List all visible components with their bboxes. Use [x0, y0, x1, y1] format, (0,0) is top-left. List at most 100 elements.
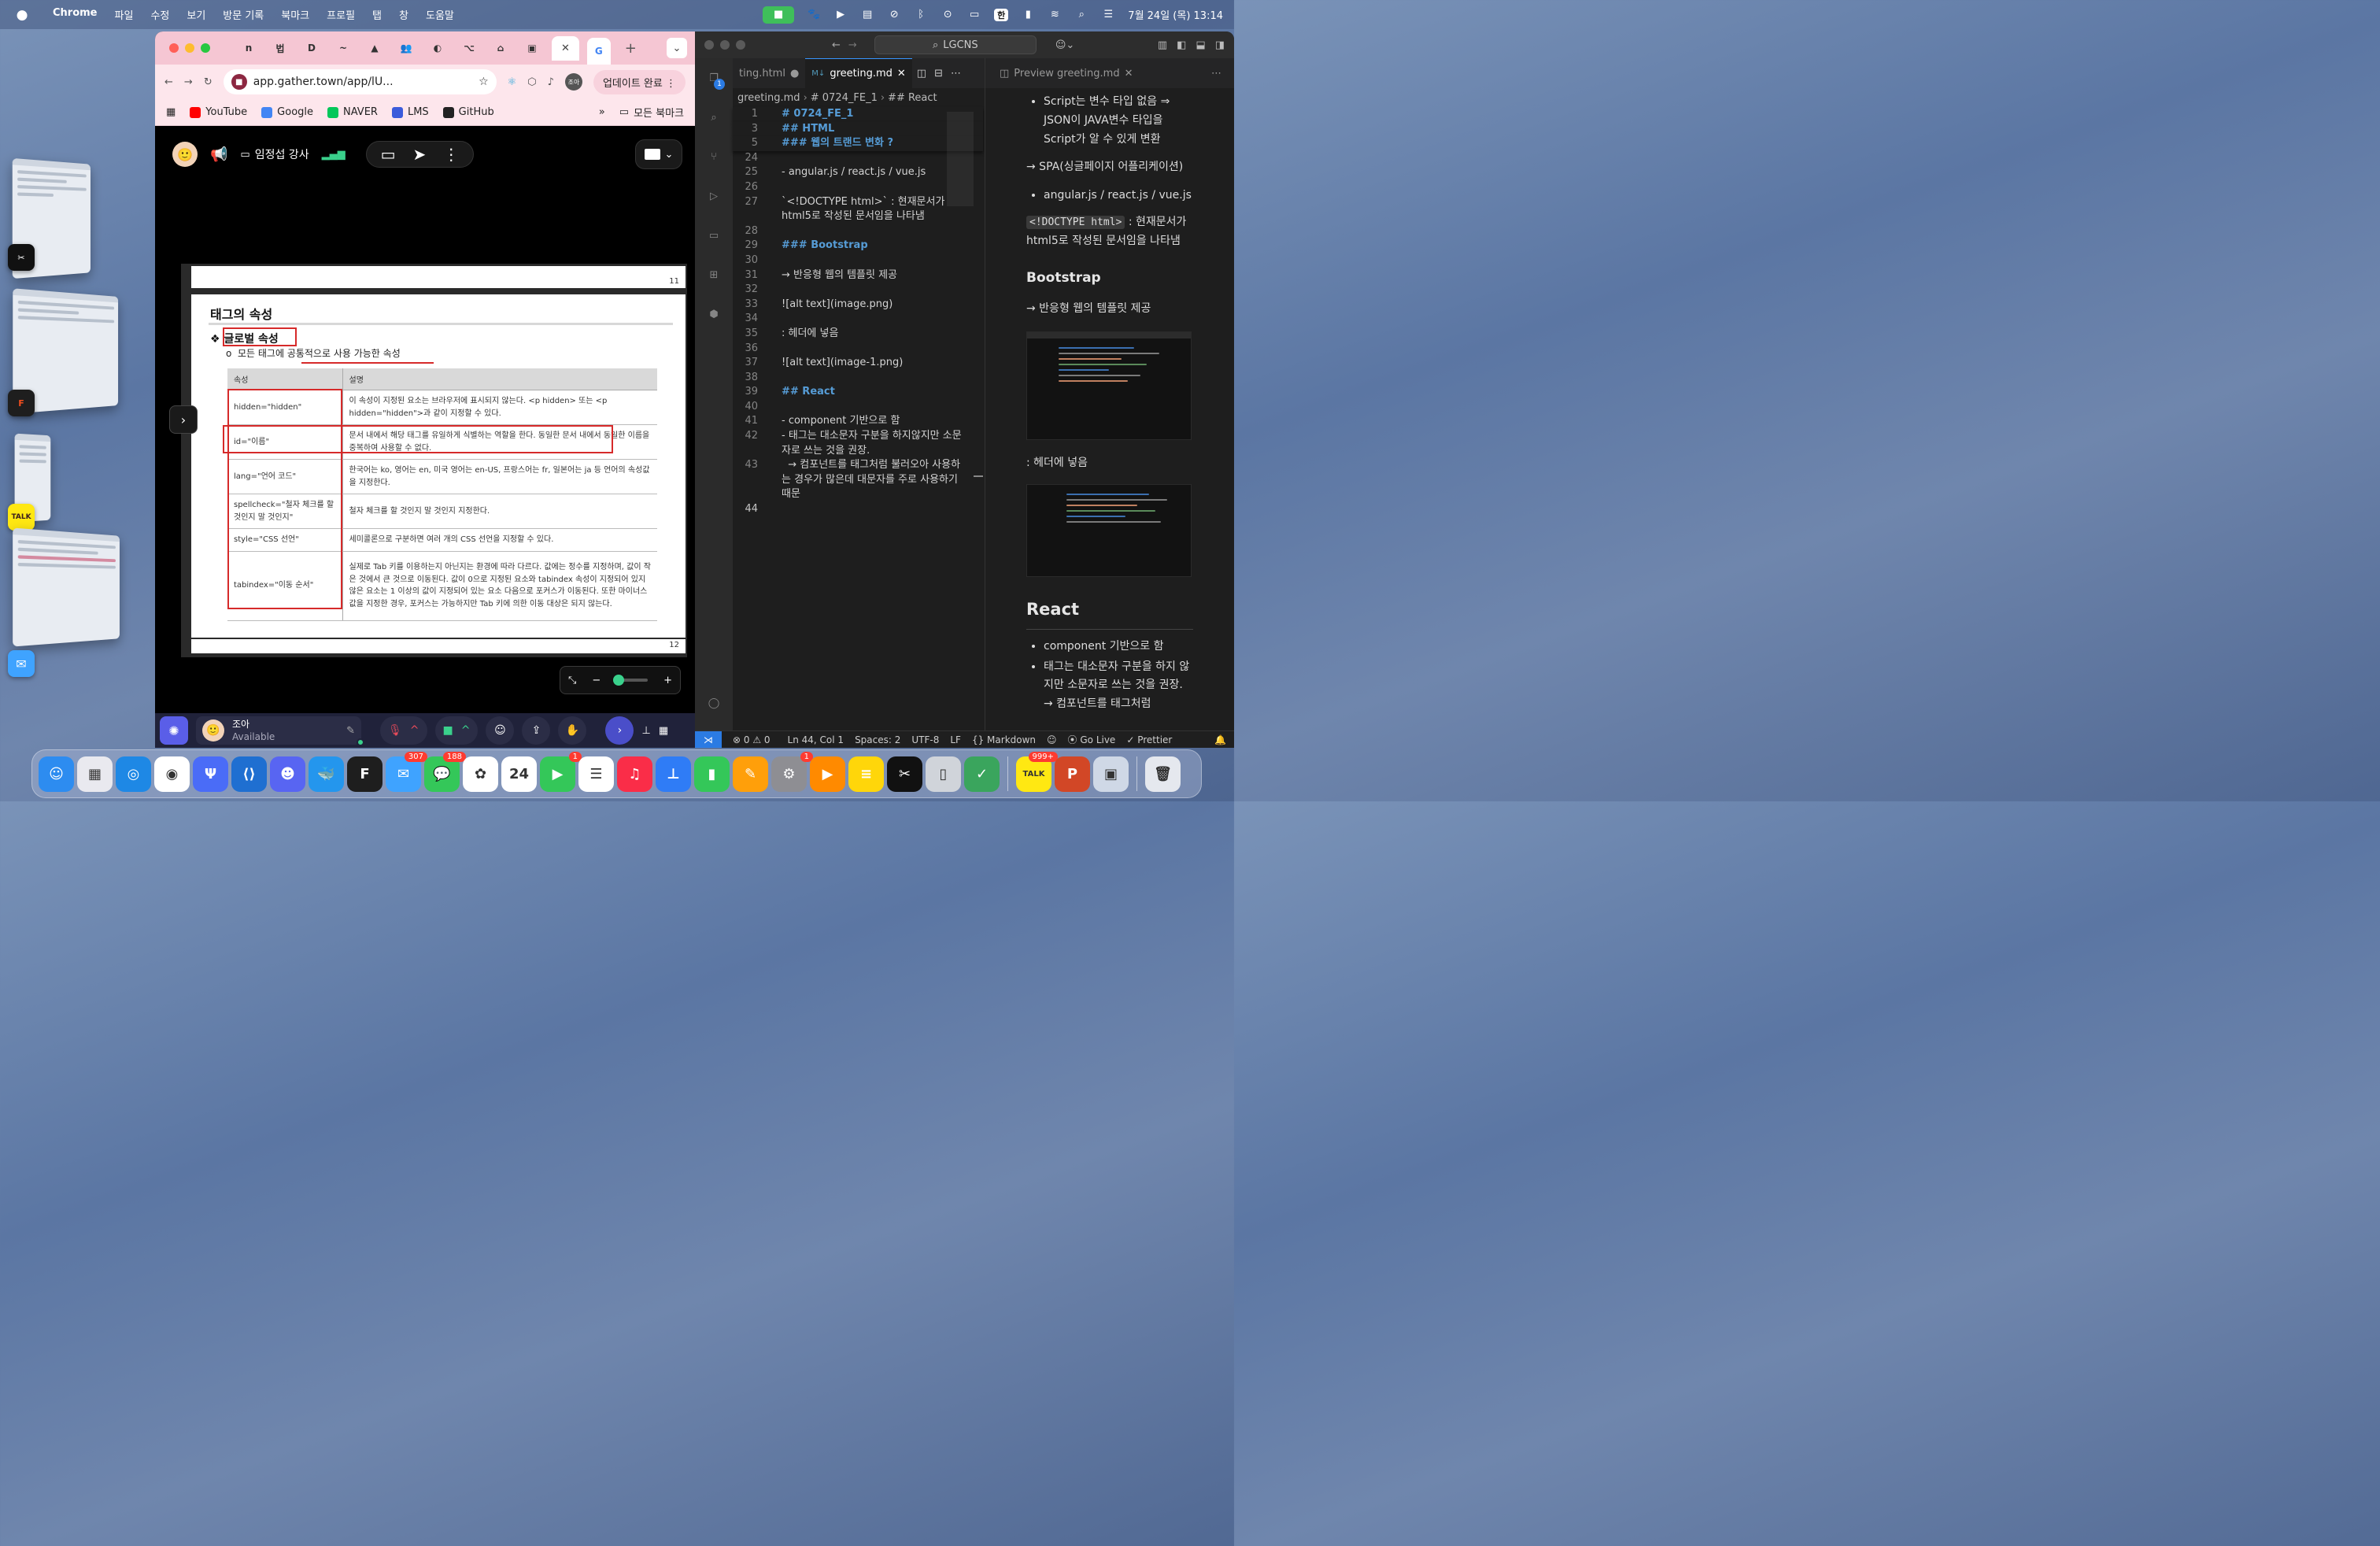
toggle-secondary-sidebar-icon[interactable]: ◨	[1215, 39, 1225, 51]
camera-toggle-button[interactable]: ■ ^	[434, 716, 479, 745]
raise-hand-button[interactable]: ✋	[558, 716, 587, 745]
scrollbar-thumb[interactable]	[974, 475, 983, 477]
prettier-status[interactable]: ✓ Prettier	[1126, 734, 1172, 745]
apps-grid-icon[interactable]: ▦	[166, 106, 176, 118]
calendar-small-icon[interactable]: ▦	[659, 725, 668, 737]
zoom-slider[interactable]	[613, 675, 649, 686]
packages-icon[interactable]: ⬢	[695, 294, 733, 334]
spotlight-search-icon[interactable]: ⌕	[1074, 9, 1088, 21]
problems-indicator[interactable]: ⊗ 0 ⚠ 0	[733, 734, 771, 745]
menu-item[interactable]: 북마크	[272, 7, 318, 22]
powerpoint-icon[interactable]: P	[1055, 756, 1090, 792]
safari-icon[interactable]: ◎	[116, 756, 151, 792]
pointer-icon[interactable]: ➤	[412, 145, 426, 164]
photos-icon[interactable]: ✿	[463, 756, 498, 792]
command-center-search[interactable]: ⌕ LGCNS	[874, 35, 1037, 54]
tab-pinned[interactable]: n	[237, 37, 261, 59]
keyboard-icon[interactable]: ▤	[860, 9, 874, 21]
bluetooth-icon[interactable]: ᛒ	[914, 9, 928, 21]
minimize-window-button[interactable]	[720, 40, 730, 50]
bookmark-naver[interactable]: NAVER	[327, 106, 378, 118]
keynote-icon[interactable]: ⊥	[656, 756, 691, 792]
run-debug-icon[interactable]: ▷	[695, 176, 733, 216]
notes-icon[interactable]: ≡	[848, 756, 884, 792]
tab-pinned[interactable]: ▲	[363, 37, 386, 59]
menu-item[interactable]: 수정	[142, 7, 178, 22]
extensions-icon[interactable]: ⊞	[695, 255, 733, 294]
kakaotalk-stage-icon[interactable]: TALK	[8, 504, 35, 531]
copilot-status-icon[interactable]: ☺	[1047, 734, 1057, 745]
input-method-indicator[interactable]: 한	[994, 8, 1009, 21]
bookmark-github[interactable]: GitHub	[442, 106, 494, 118]
wifi-icon[interactable]: ≋	[1048, 9, 1062, 21]
tab-active[interactable]: G	[586, 38, 611, 65]
bookmark-google[interactable]: Google	[261, 106, 313, 118]
toggle-sidebar-icon[interactable]: ◧	[1177, 39, 1186, 51]
notifications-bell-icon[interactable]: 🔔	[1214, 734, 1226, 745]
control-center-icon[interactable]: ☰	[1101, 9, 1115, 21]
nav-back-icon[interactable]: ←	[832, 39, 841, 51]
infuse-icon[interactable]: ▶	[810, 756, 845, 792]
compass-icon[interactable]: ⊘	[887, 9, 901, 21]
edit-pencil-icon[interactable]: ✎	[346, 725, 355, 737]
tab-pinned[interactable]: 법	[268, 37, 292, 59]
zoom-out-button[interactable]: −	[592, 675, 601, 686]
breadcrumb-item[interactable]: ## React	[888, 92, 937, 104]
play-icon[interactable]: ▶	[833, 9, 848, 21]
screen-mirror-icon[interactable]: ▭	[967, 9, 981, 21]
preview-icon[interactable]: ▣	[1093, 756, 1129, 792]
source-control-icon[interactable]: ⑂	[695, 137, 733, 176]
share-screen-button[interactable]: ⇪	[522, 716, 551, 745]
chrome-icon[interactable]: ◉	[154, 756, 190, 792]
capcut-stage-icon[interactable]: ✂	[8, 244, 35, 271]
megaphone-icon[interactable]: 📢	[210, 146, 227, 163]
presenter-name[interactable]: 임정섭 강사	[255, 146, 309, 162]
minimap-slider[interactable]	[947, 112, 974, 206]
zoom-in-button[interactable]: +	[663, 675, 672, 686]
zoom-slider-thumb[interactable]	[613, 675, 625, 686]
docker-icon[interactable]: 🐳	[309, 756, 344, 792]
all-bookmarks-folder[interactable]: ▭ 모든 북마크	[619, 105, 684, 120]
language-mode[interactable]: {} Markdown	[972, 734, 1036, 745]
mail-stage-icon[interactable]: ✉	[8, 650, 35, 677]
zoom-window-button[interactable]	[201, 43, 210, 53]
more-actions-icon[interactable]: ⋯	[951, 68, 961, 80]
close-tab-icon[interactable]: ✕	[897, 68, 906, 80]
search-icon[interactable]: ⌕	[695, 98, 733, 137]
minimap[interactable]	[945, 107, 983, 734]
split-editor-icon[interactable]: ⊟	[934, 68, 943, 80]
launchpad-icon[interactable]: ▦	[77, 756, 113, 792]
camera-status-icon[interactable]: ■	[763, 6, 795, 24]
iphone-icon[interactable]: ▯	[926, 756, 961, 792]
nav-forward-icon[interactable]: →	[848, 39, 857, 51]
close-tab-icon[interactable]: ✕	[552, 35, 579, 61]
back-icon[interactable]: ←	[164, 76, 173, 88]
capcut-icon[interactable]: ✂	[887, 756, 922, 792]
calendar-icon[interactable]: 24	[501, 756, 537, 792]
toggle-panel-icon[interactable]: ⬓	[1196, 39, 1205, 51]
messages-icon[interactable]: 💬 188	[424, 751, 466, 792]
indentation[interactable]: Spaces: 2	[855, 734, 900, 745]
cleaner-icon[interactable]: ✓	[964, 756, 1000, 792]
anteater-icon[interactable]: 🐾	[807, 9, 821, 21]
fork-icon[interactable]: Ψ	[193, 756, 228, 792]
apple-menu-icon[interactable]: ●	[0, 7, 44, 23]
media-icon[interactable]: ⊙	[941, 9, 955, 21]
tab-pinned[interactable]: D	[300, 37, 323, 59]
zoom-window-button[interactable]	[736, 40, 745, 50]
remote-explorer-icon[interactable]: ▭	[695, 216, 733, 255]
bookmark-lms[interactable]: LMS	[391, 106, 429, 118]
expand-sidebar-button[interactable]: ›	[169, 405, 198, 434]
go-live-button[interactable]: ⦿ Go Live	[1068, 733, 1116, 746]
open-preview-icon[interactable]: ◫	[917, 68, 926, 80]
discord-icon[interactable]: ☻	[270, 756, 305, 792]
menu-item[interactable]: 파일	[106, 7, 142, 22]
breadcrumb-item[interactable]: # 0724_FE_1	[811, 92, 878, 104]
music-icon[interactable]: ♫	[617, 756, 652, 792]
stage-thumbnail-mail[interactable]	[13, 527, 120, 647]
close-window-button[interactable]	[169, 43, 179, 53]
reload-icon[interactable]: ↻	[204, 76, 213, 88]
facetime-icon[interactable]: ▶ 1	[540, 751, 582, 792]
profile-avatar[interactable]: 조아	[564, 73, 582, 91]
tab-pinned[interactable]: ◐	[426, 37, 449, 59]
